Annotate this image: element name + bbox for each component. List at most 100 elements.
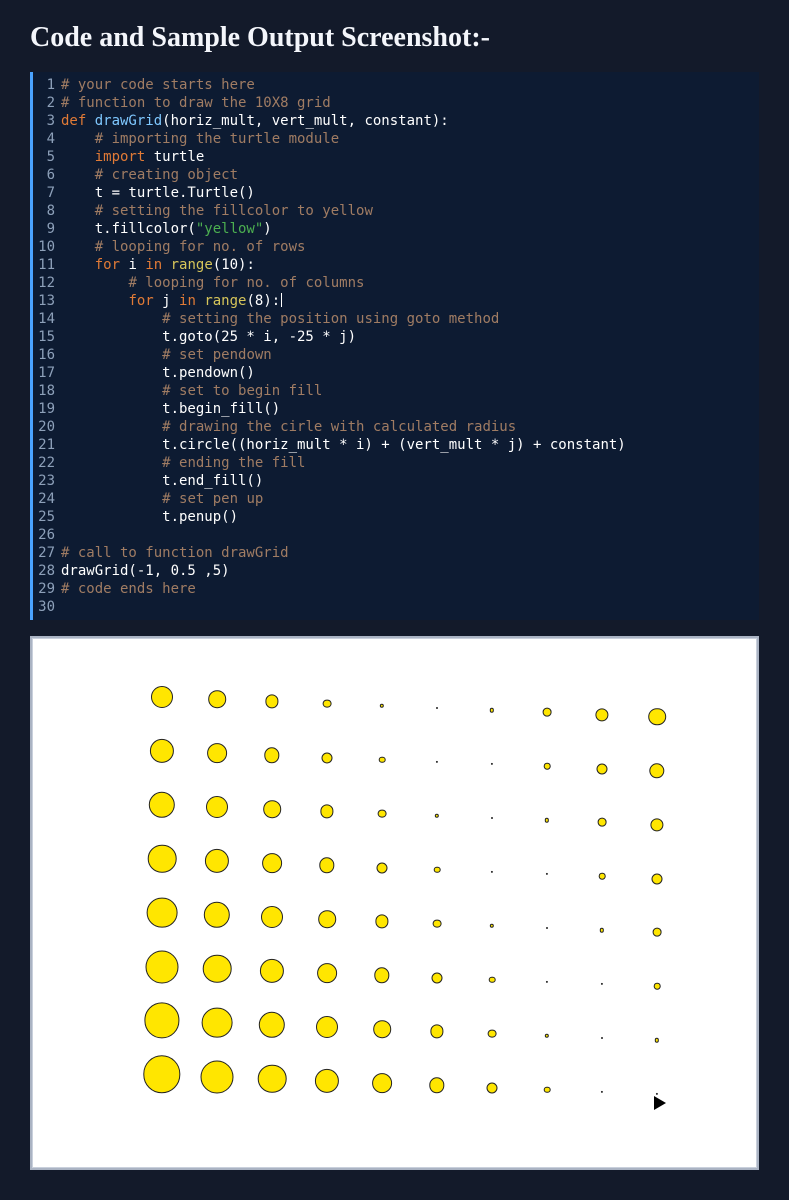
circle-dot	[374, 968, 389, 983]
circle-dot	[315, 1069, 339, 1093]
circle-dot	[436, 761, 438, 763]
circle-dot	[598, 818, 607, 827]
circle-dot	[208, 690, 226, 708]
line-number: 25	[33, 508, 61, 526]
line-number: 27	[33, 544, 61, 562]
circle-dot	[429, 1078, 444, 1093]
circle-dot	[656, 1093, 658, 1095]
circle-dot	[259, 1012, 285, 1038]
code-content: # code ends here	[61, 580, 759, 598]
code-line: 11 for i in range(10):	[33, 256, 759, 274]
code-line: 15 t.goto(25 * i, -25 * j)	[33, 328, 759, 346]
code-line: 29# code ends here	[33, 580, 759, 598]
circle-dot	[489, 976, 496, 983]
circle-dot	[144, 1003, 179, 1038]
circle-dot	[654, 983, 661, 990]
line-number: 10	[33, 238, 61, 256]
line-number: 16	[33, 346, 61, 364]
code-content: t.penup()	[61, 508, 759, 526]
turtle-canvas	[32, 638, 757, 1168]
circle-dot	[490, 924, 494, 928]
code-content: # looping for no. of columns	[61, 274, 759, 292]
code-content: for i in range(10):	[61, 256, 759, 274]
code-content: # set pendown	[61, 346, 759, 364]
circle-dot	[265, 695, 278, 708]
line-number: 15	[33, 328, 61, 346]
line-number: 3	[33, 112, 61, 130]
circle-dot	[601, 983, 603, 985]
code-content: t.circle((horiz_mult * i) + (vert_mult *…	[61, 436, 759, 454]
code-line: 7 t = turtle.Turtle()	[33, 184, 759, 202]
circle-dot	[375, 915, 388, 928]
code-content: t.pendown()	[61, 364, 759, 382]
circle-dot	[491, 763, 493, 765]
circle-dot	[151, 686, 173, 708]
line-number: 6	[33, 166, 61, 184]
code-content: t = turtle.Turtle()	[61, 184, 759, 202]
circle-dot	[597, 763, 608, 774]
code-line: 3def drawGrid(horiz_mult, vert_mult, con…	[33, 112, 759, 130]
code-line: 30	[33, 598, 759, 616]
circle-dot	[143, 1056, 180, 1093]
line-number: 17	[33, 364, 61, 382]
code-line: 21 t.circle((horiz_mult * i) + (vert_mul…	[33, 436, 759, 454]
code-line: 16 # set pendown	[33, 346, 759, 364]
code-line: 23 t.end_fill()	[33, 472, 759, 490]
circle-dot	[316, 1016, 338, 1038]
code-line: 20 # drawing the cirle with calculated r…	[33, 418, 759, 436]
line-number: 1	[33, 76, 61, 94]
line-number: 26	[33, 526, 61, 544]
circle-dot	[320, 805, 333, 818]
line-number: 2	[33, 94, 61, 112]
code-content: import turtle	[61, 148, 759, 166]
circle-dot	[649, 763, 664, 778]
code-content: def drawGrid(horiz_mult, vert_mult, cons…	[61, 112, 759, 130]
circle-dot	[546, 873, 548, 875]
page-title: Code and Sample Output Screenshot:-	[30, 22, 759, 54]
circle-dot	[258, 1064, 287, 1093]
code-content: # setting the fillcolor to yellow	[61, 202, 759, 220]
circle-dot	[378, 809, 387, 818]
circle-dot	[436, 707, 438, 709]
line-number: 9	[33, 220, 61, 238]
circle-dot	[202, 1007, 233, 1038]
circle-dot	[377, 862, 388, 873]
circle-dot	[322, 752, 333, 763]
circle-dot	[150, 739, 174, 763]
circle-dot	[264, 748, 279, 763]
circle-dot	[432, 972, 443, 983]
line-number: 30	[33, 598, 61, 616]
output-screenshot	[30, 636, 759, 1170]
circle-dot	[207, 743, 227, 763]
circle-dot	[318, 910, 336, 928]
code-line: 10 # looping for no. of rows	[33, 238, 759, 256]
circle-dot	[149, 792, 175, 818]
line-number: 24	[33, 490, 61, 508]
line-number: 12	[33, 274, 61, 292]
circle-dot	[204, 902, 230, 928]
circle-dot	[652, 873, 663, 884]
circle-dot	[488, 1029, 497, 1038]
code-content: # function to draw the 10X8 grid	[61, 94, 759, 112]
code-line: 17 t.pendown()	[33, 364, 759, 382]
circle-dot	[262, 853, 282, 873]
code-line: 25 t.penup()	[33, 508, 759, 526]
circle-dot	[260, 959, 284, 983]
circle-dot	[148, 844, 177, 873]
circle-dot	[433, 919, 442, 928]
circle-dot	[544, 1086, 551, 1093]
circle-dot	[490, 708, 494, 712]
circle-dot	[372, 1073, 392, 1093]
line-number: 4	[33, 130, 61, 148]
code-line: 19 t.begin_fill()	[33, 400, 759, 418]
circle-dot	[201, 1060, 234, 1093]
text-cursor	[281, 293, 282, 307]
circle-dot	[146, 950, 179, 983]
circle-dot	[206, 796, 228, 818]
code-content: t.end_fill()	[61, 472, 759, 490]
circle-dot	[263, 800, 281, 818]
code-content: # creating object	[61, 166, 759, 184]
circle-dot	[434, 866, 441, 873]
code-content: for j in range(8):	[61, 292, 759, 310]
code-content: # looping for no. of rows	[61, 238, 759, 256]
